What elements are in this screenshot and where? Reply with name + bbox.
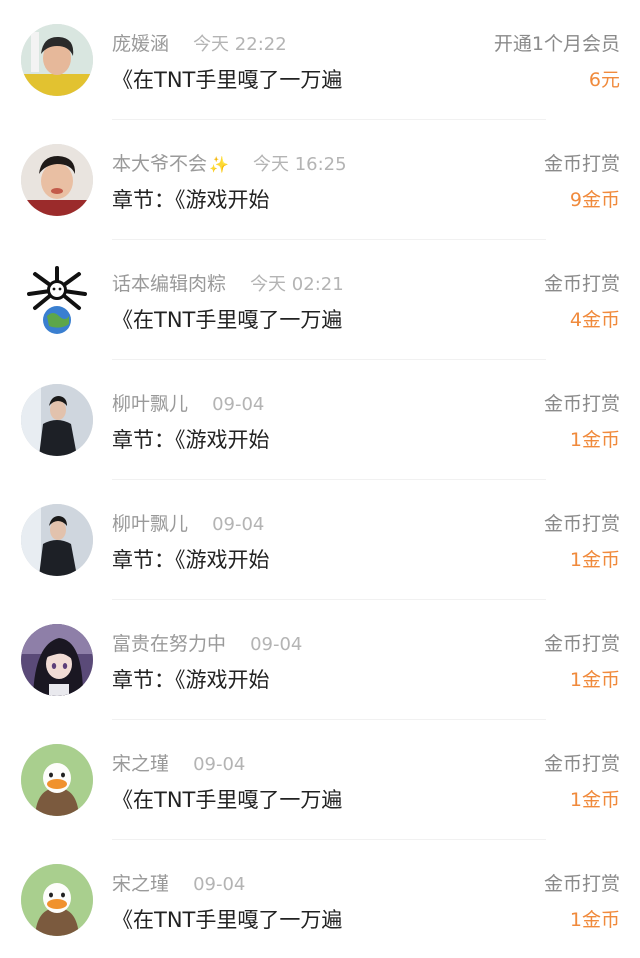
item-meta: 本大爷不会 ✨ 今天 16:25 xyxy=(112,150,347,178)
user-name[interactable]: 柳叶飘儿 xyxy=(112,513,188,535)
reward-amount: 1金币 xyxy=(569,549,620,571)
item-meta: 宋之瑾 09-04 xyxy=(112,750,245,778)
item-content[interactable]: 章节：《游戏开始 xyxy=(112,544,270,576)
avatar[interactable] xyxy=(21,504,93,576)
photo-avatar-icon xyxy=(21,24,93,96)
sparkle-icon: ✨ xyxy=(209,155,229,174)
avatar[interactable] xyxy=(21,744,93,816)
item-content[interactable]: 章节：《游戏开始 xyxy=(112,424,270,456)
user-name[interactable]: 庞媛涵 xyxy=(112,33,169,55)
photo-avatar-icon xyxy=(21,144,93,216)
avatar[interactable] xyxy=(21,864,93,936)
timestamp: 09-04 xyxy=(212,394,265,415)
user-name[interactable]: 宋之瑾 xyxy=(112,753,169,775)
item-meta: 富贵在努力中 09-04 xyxy=(112,630,302,658)
earth-figure-avatar-icon xyxy=(21,264,93,336)
anime-avatar-icon xyxy=(21,624,93,696)
user-name[interactable]: 柳叶飘儿 xyxy=(112,393,188,415)
duck-avatar-icon xyxy=(21,744,93,816)
timestamp: 09-04 xyxy=(193,874,246,895)
user-name[interactable]: 宋之瑾 xyxy=(112,873,169,895)
reward-amount: 1金币 xyxy=(569,429,620,451)
reward-amount: 4金币 xyxy=(569,309,620,331)
list-item[interactable]: 本大爷不会 ✨ 今天 16:25 章节：《游戏开始 金币打赏 9金币 xyxy=(0,120,640,240)
timestamp: 今天 16:25 xyxy=(252,154,347,175)
list-item[interactable]: 话本编辑肉粽 今天 02:21 《在TNT手里嘎了一万遍 金币打赏 4金币 xyxy=(0,240,640,360)
item-meta: 宋之瑾 09-04 xyxy=(112,870,245,898)
reward-type: 金币打赏 xyxy=(543,273,620,295)
list-item[interactable]: 宋之瑾 09-04 《在TNT手里嘎了一万遍 金币打赏 1金币 xyxy=(0,720,640,840)
list-item[interactable]: 柳叶飘儿 09-04 章节：《游戏开始 金币打赏 1金币 xyxy=(0,480,640,600)
photo-avatar-icon xyxy=(21,504,93,576)
item-content[interactable]: 《在TNT手里嘎了一万遍 xyxy=(112,784,342,816)
item-meta: 话本编辑肉粽 今天 02:21 xyxy=(112,270,344,298)
item-content[interactable]: 章节：《游戏开始 xyxy=(112,184,270,216)
duck-avatar-icon xyxy=(21,864,93,936)
list-item[interactable]: 庞媛涵 今天 22:22 《在TNT手里嘎了一万遍 开通1个月会员 6元 xyxy=(0,0,640,120)
avatar[interactable] xyxy=(21,264,93,336)
avatar[interactable] xyxy=(21,24,93,96)
reward-amount: 1金币 xyxy=(569,789,620,811)
reward-type: 金币打赏 xyxy=(543,513,620,535)
avatar[interactable] xyxy=(21,384,93,456)
timestamp: 今天 02:21 xyxy=(250,274,344,295)
reward-amount: 6元 xyxy=(588,69,620,91)
avatar[interactable] xyxy=(21,144,93,216)
user-name[interactable]: 本大爷不会 xyxy=(112,153,207,175)
reward-amount: 9金币 xyxy=(569,189,620,211)
list-item[interactable]: 柳叶飘儿 09-04 章节：《游戏开始 金币打赏 1金币 xyxy=(0,360,640,480)
item-meta: 庞媛涵 今天 22:22 xyxy=(112,30,287,58)
photo-avatar-icon xyxy=(21,384,93,456)
user-name[interactable]: 话本编辑肉粽 xyxy=(112,273,226,295)
item-content[interactable]: 《在TNT手里嘎了一万遍 xyxy=(112,304,342,336)
reward-type: 开通1个月会员 xyxy=(493,33,620,55)
timestamp: 09-04 xyxy=(212,514,265,535)
reward-type: 金币打赏 xyxy=(543,873,620,895)
item-meta: 柳叶飘儿 09-04 xyxy=(112,390,264,418)
list-item[interactable]: 宋之瑾 09-04 《在TNT手里嘎了一万遍 金币打赏 1金币 xyxy=(0,840,640,958)
item-meta: 柳叶飘儿 09-04 xyxy=(112,510,264,538)
timestamp: 09-04 xyxy=(250,634,303,655)
timestamp: 09-04 xyxy=(193,754,246,775)
item-content[interactable]: 《在TNT手里嘎了一万遍 xyxy=(112,904,342,936)
reward-type: 金币打赏 xyxy=(543,633,620,655)
reward-type: 金币打赏 xyxy=(543,153,620,175)
item-content[interactable]: 章节：《游戏开始 xyxy=(112,664,270,696)
reward-type: 金币打赏 xyxy=(543,753,620,775)
reward-amount: 1金币 xyxy=(569,909,620,931)
timestamp: 今天 22:22 xyxy=(193,34,287,55)
avatar[interactable] xyxy=(21,624,93,696)
reward-type: 金币打赏 xyxy=(543,393,620,415)
item-content[interactable]: 《在TNT手里嘎了一万遍 xyxy=(112,64,342,96)
user-name[interactable]: 富贵在努力中 xyxy=(112,633,226,655)
reward-list: 庞媛涵 今天 22:22 《在TNT手里嘎了一万遍 开通1个月会员 6元 本大爷… xyxy=(0,0,640,958)
list-item[interactable]: 富贵在努力中 09-04 章节：《游戏开始 金币打赏 1金币 xyxy=(0,600,640,720)
reward-amount: 1金币 xyxy=(569,669,620,691)
